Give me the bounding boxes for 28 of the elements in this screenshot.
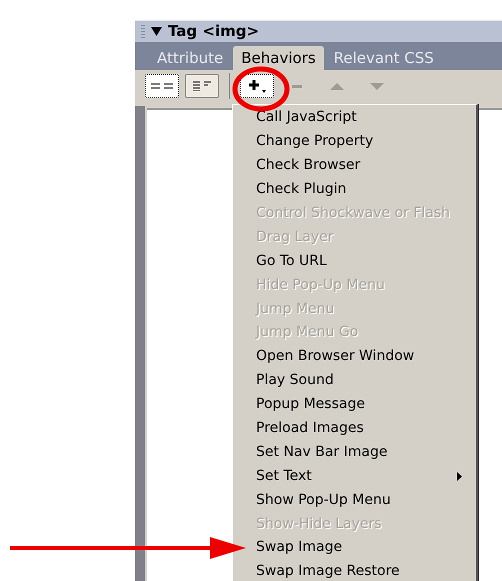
down-arrow-icon — [370, 82, 384, 90]
menu-item[interactable]: Check Plugin — [233, 178, 476, 202]
menu-item[interactable]: Set Text — [233, 464, 476, 488]
menu-item[interactable]: Call JavaScript — [233, 106, 476, 130]
menu-item[interactable]: Swap Image Restore — [233, 560, 476, 581]
menu-item[interactable]: Change Property — [233, 130, 476, 154]
menu-item[interactable]: Play Sound — [233, 368, 476, 393]
up-arrow-icon — [330, 82, 344, 90]
add-button[interactable] — [240, 74, 274, 98]
highlight-circle — [232, 66, 290, 112]
collapse-triangle-icon[interactable] — [151, 27, 162, 36]
list-view-button[interactable] — [185, 74, 219, 98]
panel-title: Tag <img> — [168, 21, 260, 42]
menu-item[interactable]: Preload Images — [233, 416, 476, 440]
add-icon — [248, 80, 266, 92]
tab[interactable]: Behaviors — [233, 46, 324, 70]
grip-icon — [141, 24, 145, 38]
menu-item[interactable]: Set Nav Bar Image — [233, 440, 476, 464]
menu-item[interactable]: Check Browser — [233, 154, 476, 178]
menu-item[interactable]: Popup Message — [233, 392, 476, 417]
menu-item[interactable]: Go To URL — [233, 249, 476, 274]
list-view-icon — [193, 81, 211, 91]
grid-view-button[interactable] — [145, 74, 179, 98]
menu-item[interactable]: Show Pop-Up Menu — [233, 488, 476, 512]
menu-item[interactable]: Swap Image — [233, 536, 476, 560]
menu-item[interactable]: Open Browser Window — [233, 344, 476, 369]
grid-view-icon — [151, 83, 173, 89]
minus-icon — [292, 84, 302, 88]
